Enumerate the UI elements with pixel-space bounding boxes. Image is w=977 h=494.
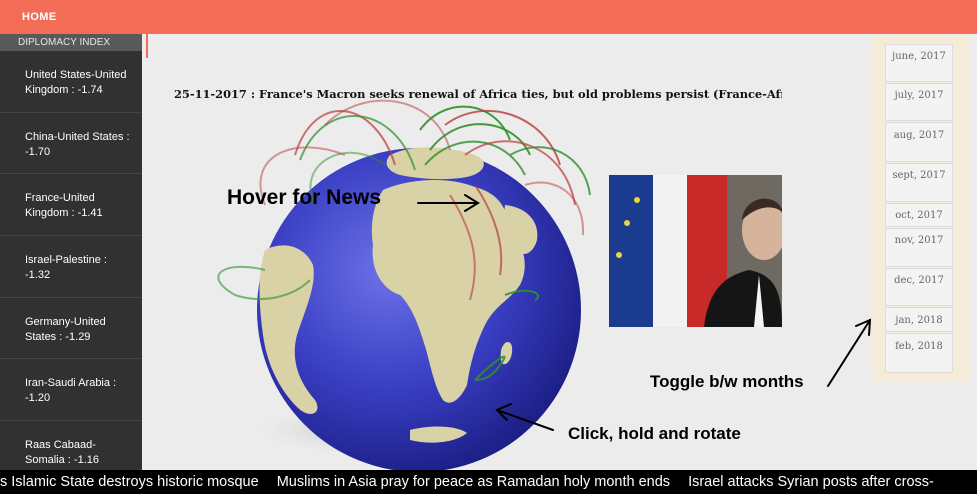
diplomacy-item[interactable]: Israel-Palestine : -1.32 [0, 236, 142, 298]
ticker-item[interactable]: Israel attacks Syrian posts after cross- [688, 470, 934, 494]
month-button[interactable]: oct, 2017 [885, 203, 953, 227]
month-selector-panel: june, 2017 july, 2017 aug, 2017 sept, 20… [872, 36, 970, 382]
diplomacy-item[interactable]: Iran-Saudi Arabia : -1.20 [0, 359, 142, 422]
rotatable-globe[interactable] [205, 95, 625, 472]
macron-photo-illustration [609, 175, 782, 327]
top-nav-bar: HOME [0, 0, 977, 34]
news-photo [609, 175, 782, 327]
toggle-arrow-icon [827, 319, 871, 387]
month-button[interactable]: sept, 2017 [885, 163, 953, 202]
diplomacy-index-sidebar: DIPLOMACY INDEX United States-United Kin… [0, 34, 142, 470]
month-button[interactable]: aug, 2017 [885, 122, 953, 162]
month-button[interactable]: jan, 2018 [885, 307, 953, 332]
toggle-hint-text: Toggle b/w months [650, 372, 804, 391]
content-accent-bar [146, 34, 148, 58]
news-ticker: s Islamic State destroys historic mosque… [0, 470, 977, 494]
toggle-arrowhead-icon [855, 318, 872, 336]
diplomacy-item[interactable]: United States-United Kingdom : -1.74 [0, 51, 142, 113]
ticker-item[interactable]: s Islamic State destroys historic mosque [0, 470, 259, 494]
globe-svg[interactable] [205, 95, 625, 472]
month-button[interactable]: june, 2017 [885, 44, 953, 82]
diplomacy-item[interactable]: Germany-United States : -1.29 [0, 298, 142, 360]
month-button[interactable]: nov, 2017 [885, 228, 953, 267]
month-button[interactable]: july, 2017 [885, 83, 953, 121]
diplomacy-list: United States-United Kingdom : -1.74 Chi… [0, 51, 142, 470]
diplomacy-item[interactable]: France-United Kingdom : -1.41 [0, 174, 142, 237]
home-link[interactable]: HOME [22, 11, 57, 23]
diplomacy-item[interactable]: China-United States : -1.70 [0, 113, 142, 175]
ticker-item[interactable]: Muslims in Asia pray for peace as Ramada… [277, 470, 670, 494]
month-button[interactable]: feb, 2018 [885, 333, 953, 373]
month-button[interactable]: dec, 2017 [885, 268, 953, 306]
diplomacy-item[interactable]: Raas Cabaad-Somalia : -1.16 [0, 421, 142, 470]
sidebar-title: DIPLOMACY INDEX [0, 34, 142, 51]
